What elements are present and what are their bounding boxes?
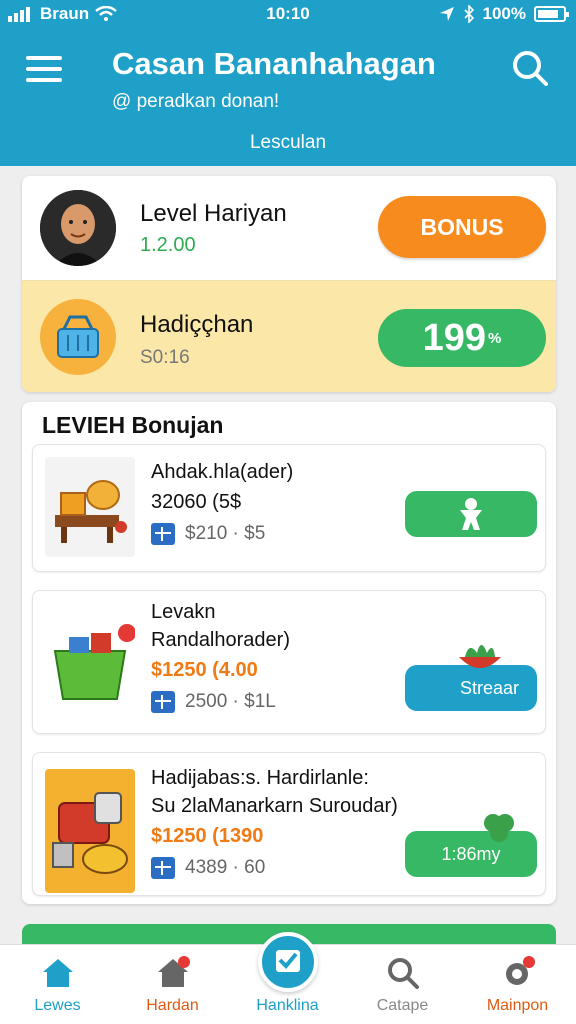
nav-label: Mainpon bbox=[486, 997, 549, 1014]
item-action-label: Streaar bbox=[459, 677, 519, 698]
battery-icon bbox=[534, 6, 569, 22]
item-meta: 2500 · $1L bbox=[185, 691, 276, 712]
list-item[interactable]: Levakn Randalhorader) $1250 (4.00 2500 ·… bbox=[32, 590, 546, 734]
status-bar: Braun 10:10 100% bbox=[0, 0, 576, 30]
person-icon bbox=[460, 498, 482, 530]
bluetooth-icon bbox=[463, 5, 474, 23]
salad-bowl-icon bbox=[459, 645, 501, 668]
bonus-button[interactable]: BONUS bbox=[378, 196, 546, 258]
level-title: Level Hariyan bbox=[140, 200, 287, 227]
search-icon[interactable] bbox=[510, 48, 550, 88]
item-action-label: 1:86my bbox=[441, 843, 501, 864]
location-icon bbox=[439, 7, 454, 21]
level-value: 1.2.00 bbox=[140, 234, 196, 256]
nav-item-catape[interactable]: Catape bbox=[345, 945, 460, 1024]
check-box-icon bbox=[276, 950, 300, 972]
calendar-icon bbox=[151, 523, 175, 545]
app-header: Braun 10:10 100% Casan Bananhahagan @ pe… bbox=[0, 0, 576, 166]
item-meta: $210 · $5 bbox=[185, 523, 266, 544]
avatar bbox=[40, 190, 116, 266]
center-action-button[interactable] bbox=[258, 932, 318, 992]
item-action-button[interactable] bbox=[405, 491, 537, 537]
settings-icon bbox=[506, 956, 535, 985]
prize-title: Hadiççhan bbox=[140, 311, 254, 338]
prize-button-value: 199 bbox=[422, 316, 487, 359]
tab-lesculan[interactable]: Lesculan bbox=[0, 132, 576, 154]
prize-button-unit: % bbox=[488, 329, 502, 347]
nav-label: Lewes bbox=[34, 997, 81, 1014]
nav-item-hardan[interactable]: Hardan bbox=[115, 945, 230, 1024]
item-action-button[interactable]: Streaar bbox=[405, 645, 537, 711]
nav-label: Hardan bbox=[146, 997, 199, 1014]
house-badge-icon bbox=[158, 956, 190, 987]
nav-label: Catape bbox=[376, 997, 429, 1014]
app-subtitle: @ peradkan donan! bbox=[112, 91, 280, 112]
coffee-machine-icon bbox=[45, 769, 135, 893]
level-row: Level Hariyan 1.2.00 BONUS bbox=[22, 176, 556, 280]
food-stand-icon bbox=[45, 457, 135, 557]
basket-icon bbox=[40, 299, 116, 375]
item-meta: 4389 · 60 bbox=[185, 857, 266, 878]
battery-percent: 100% bbox=[482, 4, 526, 23]
item-title: Levakn bbox=[151, 601, 216, 623]
calendar-icon bbox=[151, 691, 175, 713]
menu-button[interactable] bbox=[26, 56, 62, 84]
item-price: $1250 (1390 bbox=[151, 825, 264, 847]
item-price: $1250 (4.00 bbox=[151, 659, 258, 681]
search-icon bbox=[388, 958, 419, 989]
bonus-panel: LEVIEH Bonujan Ahdak.hla(ader) 32060 (5$… bbox=[22, 402, 556, 904]
home-icon bbox=[43, 959, 73, 987]
item-title: Hadijabas:s. Hardirlanle: bbox=[151, 767, 369, 789]
prize-row: Hadiççhan S0:16 199 % bbox=[22, 280, 556, 392]
nav-label: Hanklina bbox=[256, 997, 319, 1014]
item-title: Ahdak.hla(ader) bbox=[151, 461, 294, 483]
item-price: 32060 (5$ bbox=[151, 491, 242, 513]
prize-value: S0:16 bbox=[140, 347, 190, 368]
app-title: Casan Bananhahagan bbox=[112, 46, 436, 81]
panel-title: LEVIEH Bonujan bbox=[42, 412, 224, 438]
basket-icon bbox=[45, 611, 136, 711]
list-item[interactable]: Hadijabas:s. Hardirlanle: Su 2laManarkar… bbox=[32, 752, 546, 896]
calendar-icon bbox=[151, 857, 175, 879]
item-subtitle: Su 2laManarkarn Suroudar) bbox=[151, 795, 398, 817]
summary-card: Level Hariyan 1.2.00 BONUS Hadiççhan S0:… bbox=[22, 176, 556, 392]
prize-button[interactable]: 199 % bbox=[378, 309, 546, 367]
nav-item-lewes[interactable]: Lewes bbox=[0, 945, 115, 1024]
item-subtitle: Randalhorader) bbox=[151, 629, 290, 651]
clover-icon bbox=[484, 814, 514, 842]
list-item[interactable]: Ahdak.hla(ader) 32060 (5$ $210 · $5 bbox=[32, 444, 546, 572]
nav-item-mainpon[interactable]: Mainpon bbox=[460, 945, 575, 1024]
item-action-button[interactable]: 1:86my bbox=[405, 814, 537, 877]
